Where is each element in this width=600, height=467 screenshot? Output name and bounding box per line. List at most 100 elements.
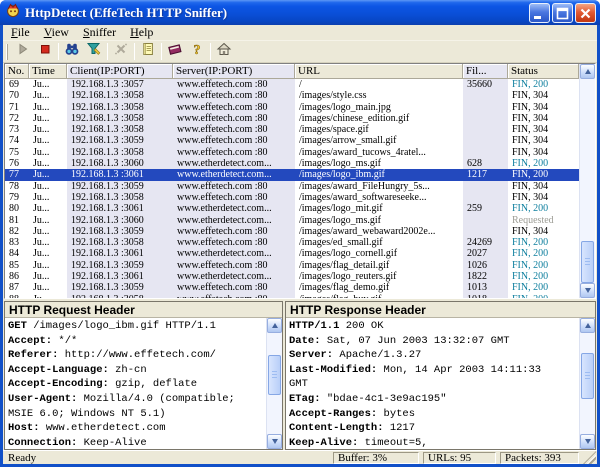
manual-button[interactable] bbox=[164, 42, 186, 62]
title-bar[interactable]: HttpDetect (EffeTech HTTP Sniffer) bbox=[0, 0, 600, 25]
scrollbar-thumb[interactable] bbox=[268, 355, 281, 395]
column-header-time[interactable]: Time bbox=[29, 64, 67, 79]
toolbar-separator bbox=[58, 43, 59, 60]
table-row[interactable]: 72 Ju... 192.168.1.3 :3058 www.effetech.… bbox=[5, 113, 579, 124]
scroll-down-button[interactable] bbox=[267, 434, 282, 449]
cut-icon bbox=[113, 41, 129, 62]
stop-sniffer-button[interactable] bbox=[34, 42, 56, 62]
table-row[interactable]: 76 Ju... 192.168.1.3 :3060 www.etherdete… bbox=[5, 158, 579, 169]
close-button[interactable] bbox=[575, 3, 596, 23]
help-icon: ? bbox=[189, 41, 205, 62]
table-row[interactable]: 86 Ju... 192.168.1.3 :3061 www.etherdete… bbox=[5, 271, 579, 282]
menu-bar: File View Sniffer Help bbox=[3, 25, 597, 40]
column-header-server[interactable]: Server(IP:PORT) bbox=[173, 64, 295, 79]
toolbar-separator bbox=[134, 43, 135, 60]
scrollbar-thumb[interactable] bbox=[581, 353, 594, 399]
binoculars-find-icon bbox=[64, 41, 80, 62]
column-header-no[interactable]: No. bbox=[5, 64, 29, 79]
table-row[interactable]: 82 Ju... 192.168.1.3 :3059 www.effetech.… bbox=[5, 226, 579, 237]
response-panel-title: HTTP Response Header bbox=[286, 302, 595, 318]
table-row[interactable]: 69 Ju... 192.168.1.3 :3057 www.effetech.… bbox=[5, 79, 579, 90]
menu-sniffer[interactable]: Sniffer bbox=[76, 25, 123, 40]
find-button[interactable] bbox=[61, 42, 83, 62]
table-row[interactable]: 81 Ju... 192.168.1.3 :3060 www.etherdete… bbox=[5, 215, 579, 226]
header-line: Referer: http://www.effetech.com/ bbox=[8, 348, 266, 363]
response-header-panel: HTTP Response Header HTTP/1.1 200 OK Dat… bbox=[285, 301, 596, 450]
header-line: MSIE 6.0; Windows NT 5.1) bbox=[8, 407, 266, 422]
menu-help[interactable]: Help bbox=[123, 25, 160, 40]
toolbar-separator bbox=[161, 43, 162, 60]
response-panel-scrollbar[interactable] bbox=[579, 318, 595, 449]
table-row[interactable]: 70 Ju... 192.168.1.3 :3058 www.effetech.… bbox=[5, 90, 579, 101]
table-row[interactable]: 84 Ju... 192.168.1.3 :3061 www.etherdete… bbox=[5, 248, 579, 259]
play-icon bbox=[15, 41, 31, 62]
arrow-up-icon bbox=[272, 323, 278, 328]
home-button[interactable] bbox=[213, 42, 235, 62]
scroll-up-button[interactable] bbox=[580, 318, 595, 333]
svg-text:?: ? bbox=[194, 43, 201, 57]
home-icon bbox=[216, 41, 232, 62]
minimize-button[interactable] bbox=[529, 3, 550, 23]
table-scrollbar[interactable] bbox=[579, 64, 595, 298]
menu-view[interactable]: View bbox=[37, 25, 76, 40]
app-icon bbox=[5, 2, 21, 23]
http-connections-table: No. Time Client(IP:PORT) Server(IP:PORT)… bbox=[4, 63, 596, 299]
column-header-url[interactable]: URL bbox=[295, 64, 463, 79]
table-row[interactable]: 75 Ju... 192.168.1.3 :3058 www.effetech.… bbox=[5, 147, 579, 158]
window-title: HttpDetect (EffeTech HTTP Sniffer) bbox=[25, 5, 227, 21]
delete-button[interactable] bbox=[110, 42, 132, 62]
header-line: Accept-Language: zh-cn bbox=[8, 363, 266, 378]
header-line: Server: Apache/1.3.27 bbox=[289, 348, 579, 363]
stop-icon bbox=[37, 41, 53, 62]
table-row[interactable]: 74 Ju... 192.168.1.3 :3059 www.effetech.… bbox=[5, 135, 579, 146]
toolbar: ? bbox=[3, 40, 597, 63]
column-header-status[interactable]: Status bbox=[508, 64, 579, 79]
table-row[interactable]: 73 Ju... 192.168.1.3 :3058 www.effetech.… bbox=[5, 124, 579, 135]
scrollbar-thumb[interactable] bbox=[581, 241, 594, 283]
start-sniffer-button[interactable] bbox=[12, 42, 34, 62]
log-button[interactable] bbox=[137, 42, 159, 62]
scroll-down-button[interactable] bbox=[580, 434, 595, 449]
menu-file[interactable]: File bbox=[4, 25, 37, 40]
request-panel-scrollbar[interactable] bbox=[266, 318, 282, 449]
table-row[interactable]: 80 Ju... 192.168.1.3 :3061 www.etherdete… bbox=[5, 203, 579, 214]
response-header-text[interactable]: HTTP/1.1 200 OK Date: Sat, 07 Jun 2003 1… bbox=[286, 318, 579, 449]
column-header-filesize[interactable]: Fil... bbox=[463, 64, 508, 79]
column-header-client[interactable]: Client(IP:PORT) bbox=[67, 64, 173, 79]
arrow-up-icon bbox=[585, 323, 591, 328]
resize-grip[interactable] bbox=[583, 451, 596, 464]
table-row[interactable]: 88 Ju... 192.168.1.3 :3058 www.effetech.… bbox=[5, 294, 579, 298]
toolbar-grip[interactable] bbox=[6, 44, 8, 60]
table-row[interactable]: 83 Ju... 192.168.1.3 :3058 www.effetech.… bbox=[5, 237, 579, 248]
toolbar-separator bbox=[210, 43, 211, 60]
window-controls bbox=[529, 3, 596, 23]
filter-icon bbox=[86, 41, 102, 62]
header-line: Connection: Keep-Alive bbox=[8, 436, 266, 449]
arrow-down-icon bbox=[272, 439, 278, 444]
table-header: No. Time Client(IP:PORT) Server(IP:PORT)… bbox=[5, 64, 579, 79]
header-line: Last-Modified: Mon, 14 Apr 2003 14:11:33 bbox=[289, 363, 579, 378]
request-panel-title: HTTP Request Header bbox=[5, 302, 282, 318]
table-row[interactable]: 85 Ju... 192.168.1.3 :3059 www.effetech.… bbox=[5, 260, 579, 271]
status-urls: URLs: 95 bbox=[423, 452, 496, 464]
scroll-down-button[interactable] bbox=[580, 283, 595, 298]
scroll-up-button[interactable] bbox=[580, 64, 595, 79]
header-line: Accept-Encoding: gzip, deflate bbox=[8, 377, 266, 392]
book-icon bbox=[167, 41, 183, 62]
table-row[interactable]: 87 Ju... 192.168.1.3 :3059 www.effetech.… bbox=[5, 282, 579, 293]
table-row[interactable]: 77 Ju... 192.168.1.3 :3061 www.etherdete… bbox=[5, 169, 579, 180]
filter-button[interactable] bbox=[83, 42, 105, 62]
maximize-button[interactable] bbox=[552, 3, 573, 23]
table-row[interactable]: 79 Ju... 192.168.1.3 :3058 www.effetech.… bbox=[5, 192, 579, 203]
log-document-icon bbox=[140, 41, 156, 62]
table-row[interactable]: 78 Ju... 192.168.1.3 :3059 www.effetech.… bbox=[5, 181, 579, 192]
header-line: Date: Sat, 07 Jun 2003 13:32:07 GMT bbox=[289, 334, 579, 349]
scroll-up-button[interactable] bbox=[267, 318, 282, 333]
header-line: Content-Length: 1217 bbox=[289, 421, 579, 436]
table-rows: 69 Ju... 192.168.1.3 :3057 www.effetech.… bbox=[5, 79, 579, 298]
table-row[interactable]: 71 Ju... 192.168.1.3 :3058 www.effetech.… bbox=[5, 102, 579, 113]
request-header-text[interactable]: GET /images/logo_ibm.gif HTTP/1.1 Accept… bbox=[5, 318, 266, 449]
help-button[interactable]: ? bbox=[186, 42, 208, 62]
window-body: File View Sniffer Help bbox=[3, 25, 597, 464]
status-bar: Ready Buffer: 3% URLs: 95 Packets: 393 bbox=[3, 450, 597, 464]
